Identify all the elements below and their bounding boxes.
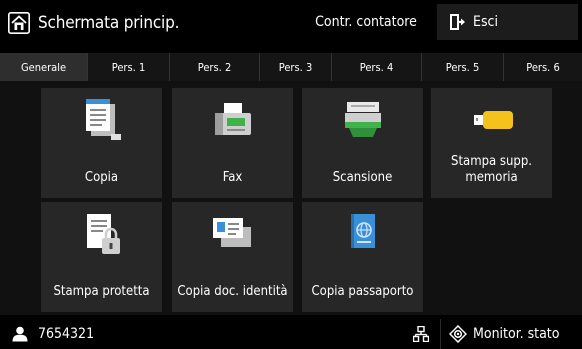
scan-icon — [344, 102, 381, 137]
tab-generale[interactable]: Generale — [0, 53, 88, 81]
tab-pers-6[interactable]: Pers. 6 — [504, 53, 582, 81]
tab-pers-1[interactable]: Pers. 1 — [88, 53, 170, 81]
id-card-copy-label: Copia doc. identità — [177, 284, 288, 299]
logout-button[interactable]: Esci — [437, 4, 578, 40]
status-monitor-label: Monitor. stato — [473, 326, 560, 342]
logout-label: Esci — [473, 14, 498, 30]
tab-bar: Generale Pers. 1 Pers. 2 Pers. 3 Pers. 4… — [0, 53, 582, 81]
tab-pers-5[interactable]: Pers. 5 — [422, 53, 504, 81]
memory-media-print-button[interactable]: Stampa supp. memoria — [431, 88, 552, 198]
copy-button[interactable]: Copia — [41, 88, 162, 198]
home-button[interactable]: Schermata princip. — [8, 6, 263, 40]
fax-button[interactable]: Fax — [172, 88, 293, 198]
function-grid: Copia Fax Scansione Stampa supp. memoria… — [0, 81, 582, 315]
tab-pers-4[interactable]: Pers. 4 — [332, 53, 422, 81]
header-bar: Schermata princip. Contr. contatore Esci — [0, 0, 582, 44]
copy-label: Copia — [84, 170, 119, 185]
usb-memory-icon — [473, 111, 513, 129]
memory-media-print-label: Stampa supp. memoria — [451, 154, 532, 185]
secure-print-button[interactable]: Stampa protetta — [41, 202, 162, 312]
passport-copy-button[interactable]: Copia passaporto — [302, 202, 423, 312]
scan-button[interactable]: Scansione — [302, 88, 423, 198]
page-title: Schermata princip. — [38, 13, 180, 33]
tab-pers-3[interactable]: Pers. 3 — [260, 53, 332, 81]
logout-icon — [450, 14, 465, 30]
network-icon — [413, 326, 429, 342]
user-id: 7654321 — [38, 326, 95, 342]
fax-icon — [214, 103, 251, 135]
fax-label: Fax — [222, 170, 243, 185]
id-card-copy-button[interactable]: Copia doc. identità — [172, 202, 293, 312]
home-icon — [8, 12, 30, 34]
id-card-copy-icon — [212, 218, 251, 247]
home-screen: Schermata princip. Contr. contatore Esci… — [0, 0, 582, 349]
tab-pers-2[interactable]: Pers. 2 — [170, 53, 260, 81]
counter-check-button[interactable]: Contr. contatore — [300, 4, 432, 40]
user-icon — [12, 326, 28, 342]
passport-copy-label: Copia passaporto — [311, 284, 414, 299]
copy-icon — [85, 99, 121, 140]
secure-print-icon — [86, 214, 120, 254]
status-monitor-icon — [449, 325, 467, 343]
status-monitor-button[interactable]: Monitor. stato — [440, 319, 582, 349]
secure-print-label: Stampa protetta — [53, 284, 150, 299]
user-info: 7654321 — [12, 322, 94, 346]
scan-label: Scansione — [332, 170, 393, 185]
passport-copy-icon — [350, 214, 375, 248]
status-bar: 7654321 Monitor. stato — [0, 318, 582, 349]
